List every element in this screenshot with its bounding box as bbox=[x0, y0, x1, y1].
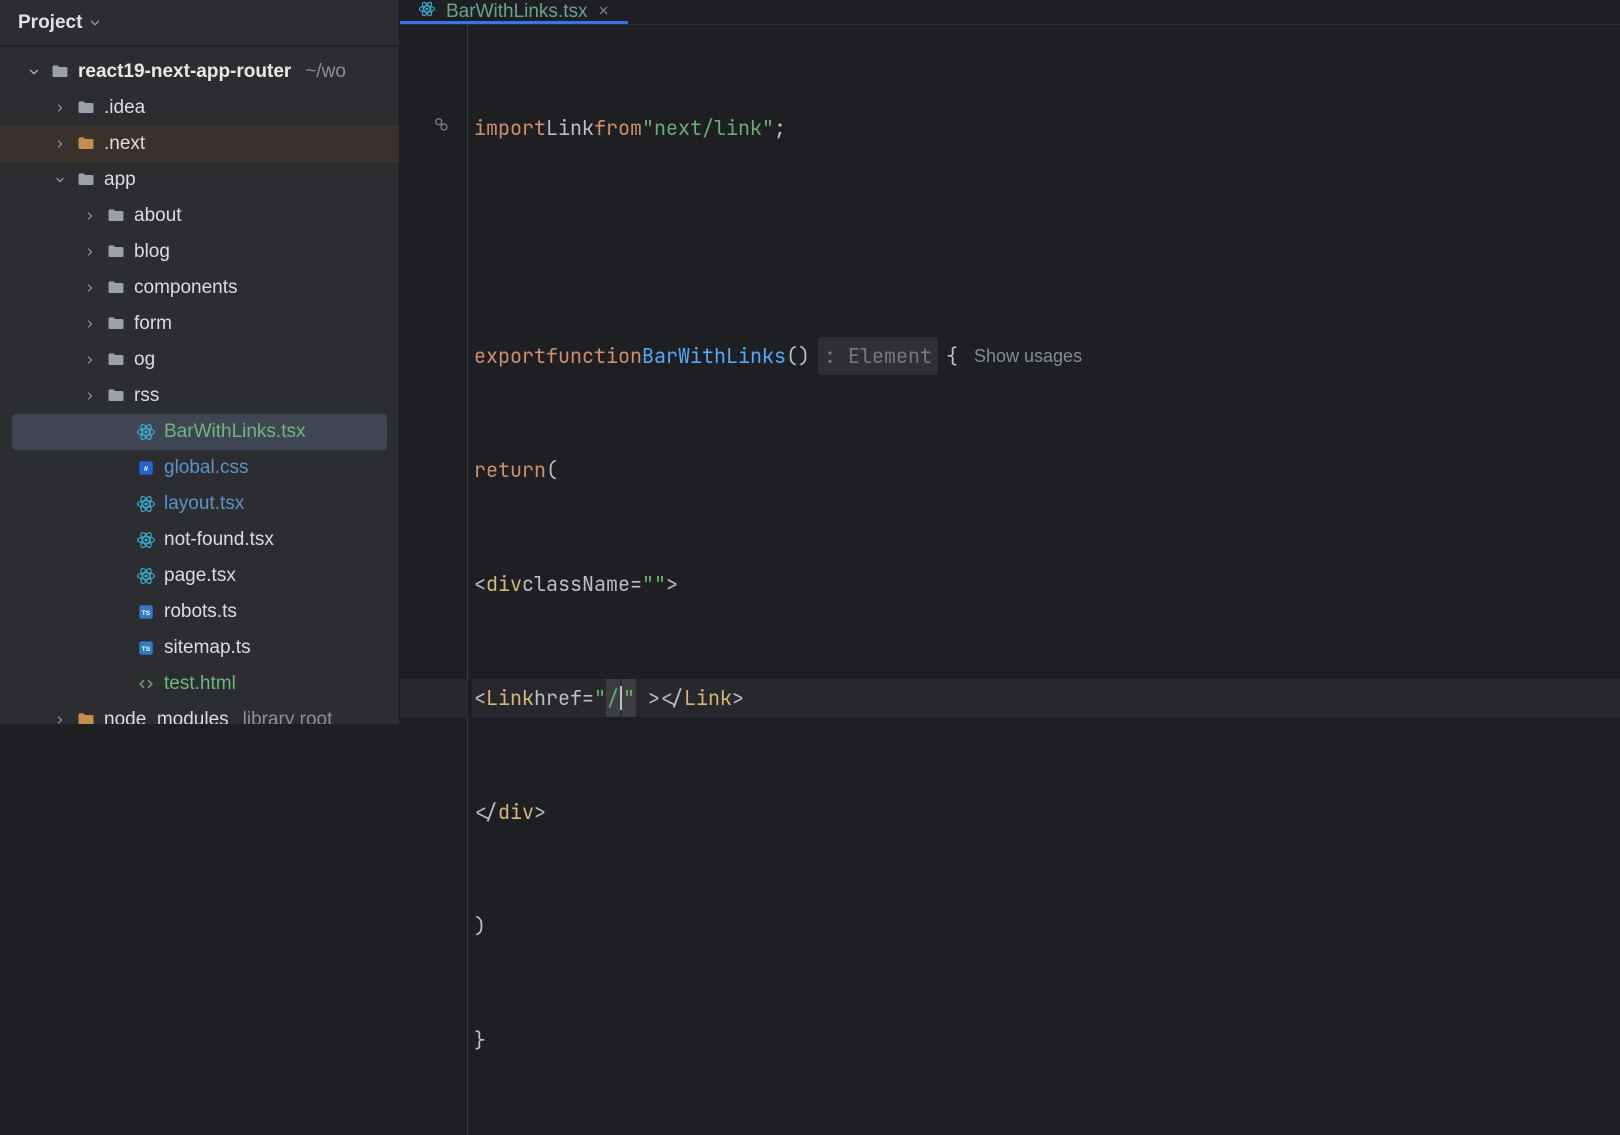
tree-item[interactable]: form bbox=[0, 306, 399, 342]
tree-item-label: form bbox=[134, 313, 172, 335]
tree-item-label: blog bbox=[134, 241, 170, 263]
gutter[interactable] bbox=[400, 25, 468, 1135]
html-icon bbox=[136, 674, 156, 694]
tab-barwithlinks[interactable]: BarWithLinks.tsx bbox=[400, 0, 628, 24]
tree-item[interactable]: components bbox=[0, 270, 399, 306]
tree-item[interactable]: layout.tsx bbox=[0, 486, 399, 522]
tree-item-label: node_modules bbox=[104, 709, 229, 724]
code-area[interactable]: import Link from "next/link"; export fun… bbox=[400, 25, 1620, 1135]
tree-item-label: .next bbox=[104, 133, 145, 155]
chevron-right-icon[interactable] bbox=[82, 354, 98, 366]
code-line[interactable]: return ( bbox=[472, 451, 1620, 489]
tree-item-label: og bbox=[134, 349, 155, 371]
tree-item-label: page.tsx bbox=[164, 565, 236, 587]
usages-gutter-icon[interactable] bbox=[432, 115, 450, 138]
folder-icon bbox=[106, 314, 126, 334]
folder-icon bbox=[106, 242, 126, 262]
tree-item-label: global.css bbox=[164, 457, 249, 479]
editor-tabs[interactable]: BarWithLinks.tsx bbox=[400, 0, 1620, 25]
tree-item[interactable]: og bbox=[0, 342, 399, 378]
tree-item[interactable]: test.html bbox=[0, 666, 399, 702]
chevron-right-icon[interactable] bbox=[82, 318, 98, 330]
react-icon bbox=[136, 422, 156, 442]
tree-item[interactable]: .next bbox=[0, 126, 399, 162]
tree-item[interactable]: page.tsx bbox=[0, 558, 399, 594]
code-content[interactable]: import Link from "next/link"; export fun… bbox=[468, 25, 1620, 1135]
react-icon bbox=[136, 530, 156, 550]
tree-item-label: test.html bbox=[164, 673, 236, 695]
tree-item[interactable]: app bbox=[0, 162, 399, 198]
tree-item-label: sitemap.ts bbox=[164, 637, 251, 659]
react-icon bbox=[136, 494, 156, 514]
chevron-right-icon[interactable] bbox=[82, 210, 98, 222]
code-line[interactable] bbox=[472, 223, 1620, 261]
folder-icon bbox=[50, 62, 70, 82]
tree-item[interactable]: .idea bbox=[0, 90, 399, 126]
tree-item[interactable]: node_modules library root bbox=[0, 702, 399, 724]
tree-item[interactable]: BarWithLinks.tsx bbox=[12, 414, 387, 450]
chevron-right-icon[interactable] bbox=[82, 282, 98, 294]
project-sidebar: Project react19-next-app-router ~/wo .id… bbox=[0, 0, 400, 724]
tree-root-label: react19-next-app-router bbox=[78, 61, 291, 83]
tree-item-label: .idea bbox=[104, 97, 145, 119]
code-line[interactable]: import Link from "next/link"; bbox=[472, 109, 1620, 147]
tree-item-label: not-found.tsx bbox=[164, 529, 274, 551]
editor-area: BarWithLinks.tsx import Link from "next/… bbox=[400, 0, 1620, 724]
folder-icon bbox=[76, 170, 96, 190]
ts-icon: TS bbox=[136, 602, 156, 622]
tree-item-label: layout.tsx bbox=[164, 493, 244, 515]
chevron-right-icon[interactable] bbox=[82, 390, 98, 402]
chevron-right-icon[interactable] bbox=[52, 102, 68, 114]
tree-item[interactable]: about bbox=[0, 198, 399, 234]
folder-icon bbox=[106, 278, 126, 298]
react-icon bbox=[136, 566, 156, 586]
code-line-current[interactable]: <Link href="/" ></Link> bbox=[472, 679, 1620, 717]
tree-item-label: about bbox=[134, 205, 182, 227]
folder-icon bbox=[76, 98, 96, 118]
chevron-right-icon[interactable] bbox=[82, 246, 98, 258]
chevron-down-icon[interactable] bbox=[52, 174, 68, 186]
svg-text:TS: TS bbox=[142, 610, 151, 617]
tree-item[interactable]: # global.css bbox=[0, 450, 399, 486]
chevron-right-icon[interactable] bbox=[52, 138, 68, 150]
tree-root[interactable]: react19-next-app-router ~/wo bbox=[0, 54, 399, 90]
tree-item[interactable]: not-found.tsx bbox=[0, 522, 399, 558]
code-line[interactable]: <div className=""> bbox=[472, 565, 1620, 603]
tree-item-label: components bbox=[134, 277, 238, 299]
tree-root-path: ~/wo bbox=[305, 61, 346, 83]
chevron-down-icon bbox=[88, 16, 102, 30]
chevron-down-icon bbox=[26, 65, 42, 79]
ts-icon: TS bbox=[136, 638, 156, 658]
project-title: Project bbox=[18, 12, 82, 34]
show-usages-hint[interactable]: Show usages bbox=[974, 337, 1082, 375]
tree-item-extra: library root bbox=[243, 709, 333, 724]
tree-item[interactable]: blog bbox=[0, 234, 399, 270]
tree-item[interactable]: TS sitemap.ts bbox=[0, 630, 399, 666]
code-line[interactable]: } bbox=[472, 1021, 1620, 1059]
project-tool-header[interactable]: Project bbox=[0, 0, 399, 46]
react-icon bbox=[418, 0, 436, 24]
code-line[interactable]: ) bbox=[472, 907, 1620, 945]
tree-item-label: app bbox=[104, 169, 136, 191]
close-icon[interactable] bbox=[597, 1, 610, 23]
code-line[interactable]: export function BarWithLinks(): Element … bbox=[472, 337, 1620, 375]
folder-icon bbox=[106, 350, 126, 370]
type-hint: : Element bbox=[818, 337, 938, 375]
folder-orange-icon bbox=[76, 134, 96, 154]
code-line[interactable]: </div> bbox=[472, 793, 1620, 831]
css-icon: # bbox=[136, 458, 156, 478]
tree-item-label: rss bbox=[134, 385, 159, 407]
folder-icon bbox=[106, 206, 126, 226]
folder-icon bbox=[106, 386, 126, 406]
tree-item-label: robots.ts bbox=[164, 601, 237, 623]
chevron-right-icon[interactable] bbox=[52, 714, 68, 724]
tab-label: BarWithLinks.tsx bbox=[446, 1, 587, 23]
svg-text:TS: TS bbox=[142, 646, 151, 653]
project-tree[interactable]: react19-next-app-router ~/wo .idea .next a… bbox=[0, 46, 399, 724]
tree-item-label: BarWithLinks.tsx bbox=[164, 421, 305, 443]
folder-orange-icon bbox=[76, 710, 96, 724]
tree-item[interactable]: TS robots.ts bbox=[0, 594, 399, 630]
tree-item[interactable]: rss bbox=[0, 378, 399, 414]
